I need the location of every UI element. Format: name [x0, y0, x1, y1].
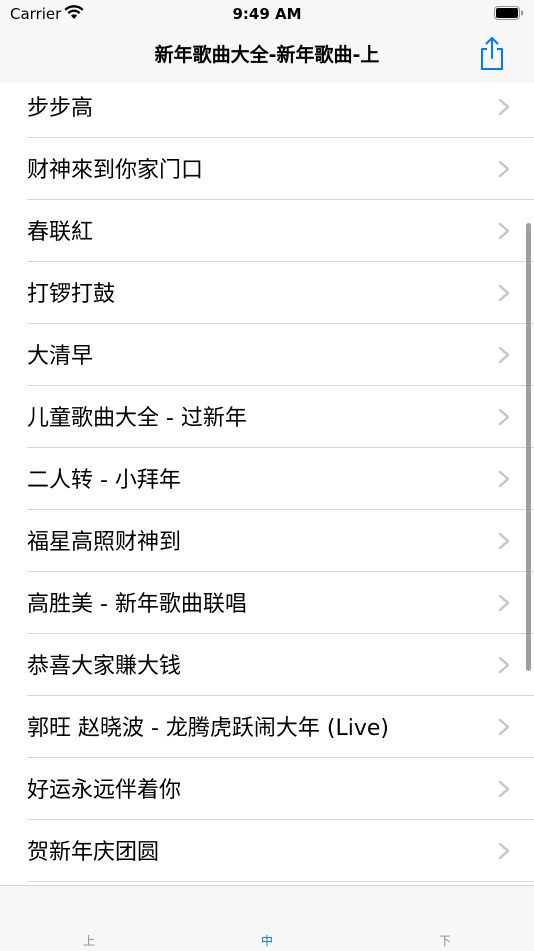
- list-item-label: 儿童歌曲大全 - 过新年: [27, 406, 247, 431]
- chevron-right-icon: [498, 718, 510, 736]
- list-item[interactable]: 贺新年庆团圆: [0, 820, 534, 882]
- tab-label: 中: [260, 934, 273, 948]
- list-item-label: 福星高照财神到: [27, 530, 182, 555]
- chevron-right-icon: [498, 656, 510, 674]
- chevron-right-icon: [498, 284, 510, 302]
- list-item[interactable]: 儿童歌曲大全 - 过新年: [0, 386, 534, 448]
- battery-icon: [494, 6, 524, 25]
- chevron-right-icon: [498, 594, 510, 612]
- share-icon: [481, 37, 503, 70]
- chevron-right-icon: [498, 346, 510, 364]
- list-item-label: 恭喜大家賺大钱: [27, 654, 182, 679]
- list-item[interactable]: 步步高: [0, 83, 534, 138]
- tab-middle[interactable]: 中: [178, 886, 356, 951]
- row-divider: [27, 881, 534, 882]
- list-item[interactable]: 好运永远伴着你: [0, 758, 534, 820]
- list-item[interactable]: 二人转 - 小拜年: [0, 448, 534, 510]
- chevron-right-icon: [498, 842, 510, 860]
- list-item[interactable]: 福星高照财神到: [0, 510, 534, 572]
- list-item-label: 好运永远伴着你: [27, 778, 182, 803]
- list-item-label: 二人转 - 小拜年: [27, 468, 181, 493]
- chevron-right-icon: [498, 532, 510, 550]
- tab-upper[interactable]: 上: [0, 886, 178, 951]
- tab-label: 下: [438, 934, 451, 948]
- page-title: 新年歌曲大全-新年歌曲-上: [154, 44, 380, 66]
- chevron-right-icon: [498, 408, 510, 426]
- list-item-label: 大清早: [27, 344, 94, 369]
- scrollbar[interactable]: [526, 223, 531, 671]
- chevron-right-icon: [498, 98, 510, 116]
- list-item[interactable]: 打锣打鼓: [0, 262, 534, 324]
- list-item[interactable]: 恭喜大家賺大钱: [0, 634, 534, 696]
- list-item[interactable]: 高胜美 - 新年歌曲联唱: [0, 572, 534, 634]
- status-bar: Carrier 9:49 AM: [0, 0, 534, 28]
- list-item-label: 郭旺 赵晓波 - 龙腾虎跃闹大年 (Live): [27, 716, 390, 741]
- list-item-label: 步步高: [27, 96, 94, 121]
- chevron-right-icon: [498, 780, 510, 798]
- clock: 9:49 AM: [232, 5, 302, 23]
- list-item[interactable]: 大清早: [0, 324, 534, 386]
- list-item[interactable]: 春联紅: [0, 200, 534, 262]
- list-item[interactable]: 财神來到你家门口: [0, 138, 534, 200]
- tab-bar: 上 中 下: [0, 885, 534, 951]
- list-item-label: 财神來到你家门口: [27, 158, 204, 183]
- chevron-right-icon: [498, 160, 510, 178]
- list-item-label: 高胜美 - 新年歌曲联唱: [27, 592, 247, 617]
- list-item-label: 贺新年庆团圆: [27, 840, 160, 865]
- list-item-label: 春联紅: [27, 220, 94, 245]
- list-item[interactable]: 郭旺 赵晓波 - 龙腾虎跃闹大年 (Live): [0, 696, 534, 758]
- share-button[interactable]: [476, 36, 508, 72]
- tab-lower[interactable]: 下: [356, 886, 534, 951]
- chevron-right-icon: [498, 222, 510, 240]
- tab-label: 上: [82, 934, 95, 948]
- navigation-bar: 新年歌曲大全-新年歌曲-上: [0, 28, 534, 84]
- list-item-label: 打锣打鼓: [27, 282, 116, 307]
- chevron-right-icon: [498, 470, 510, 488]
- song-list[interactable]: 步步高 财神來到你家门口 春联紅 打锣打鼓 大清早 儿童歌曲大全 - 过新年 二…: [0, 83, 534, 885]
